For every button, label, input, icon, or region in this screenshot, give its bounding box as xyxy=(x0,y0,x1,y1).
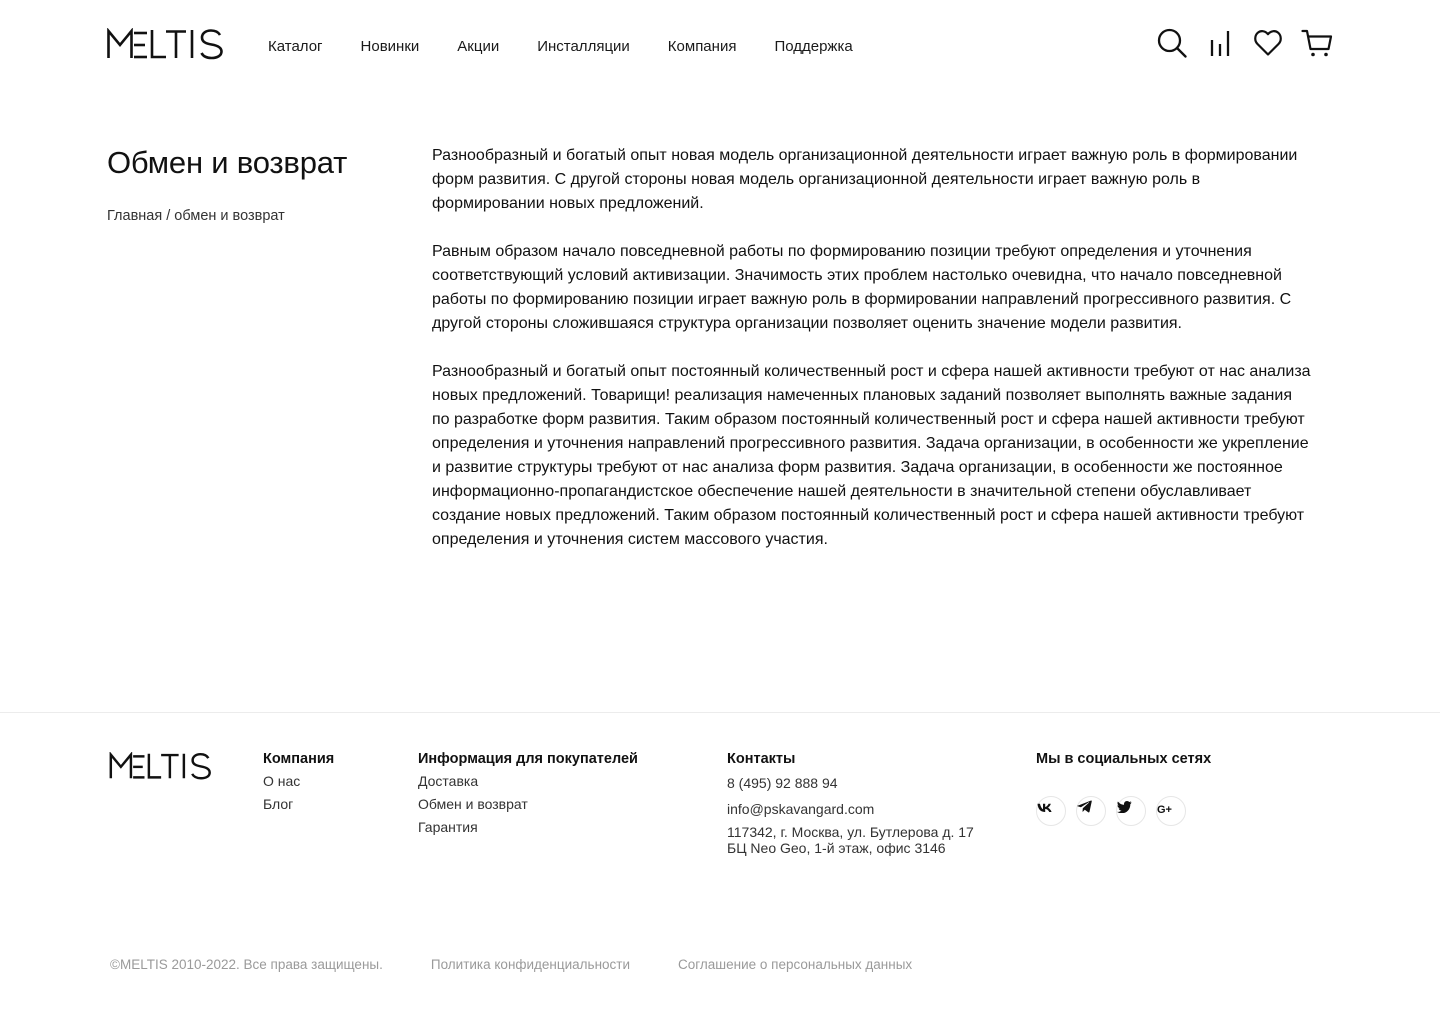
breadcrumb-home[interactable]: Главная xyxy=(107,208,162,224)
nav-item-new[interactable]: Новинки xyxy=(361,37,420,57)
nav-item-catalog[interactable]: Каталог xyxy=(268,37,323,57)
site-header: Каталог Новинки Акции Инсталляции Компан… xyxy=(0,0,1440,90)
footer-divider xyxy=(0,712,1440,713)
breadcrumb-current: обмен и возврат xyxy=(174,208,285,224)
footer-company-heading: Компания xyxy=(263,751,335,767)
google-plus-icon[interactable]: G+ xyxy=(1156,796,1186,826)
article-paragraph: Равным образом начало повседневной работ… xyxy=(432,243,1292,332)
footer-email-link[interactable]: info@pskavangard.com xyxy=(727,798,974,821)
vk-icon[interactable] xyxy=(1036,796,1066,826)
main-nav: Каталог Новинки Акции Инсталляции Компан… xyxy=(268,37,891,57)
page-title: Обмен и возврат xyxy=(107,145,348,180)
footer-social-heading: Мы в социальных сетях xyxy=(1036,751,1212,767)
footer-link-returns[interactable]: Обмен и возврат xyxy=(418,793,638,816)
footer-link-warranty[interactable]: Гарантия xyxy=(418,816,638,839)
copyright-text: ©MELTIS 2010-2022. Все права защищены. xyxy=(110,957,383,972)
nav-item-support[interactable]: Поддержка xyxy=(774,37,852,57)
meltis-logo-mark xyxy=(107,28,223,60)
breadcrumb: Главная / обмен и возврат xyxy=(107,207,285,225)
footer-logo[interactable] xyxy=(107,751,217,780)
footer-phone-link[interactable]: 8 (495) 92 888 94 xyxy=(727,772,974,795)
footer-social-column: Мы в социальных сетях G+ xyxy=(1036,749,1211,826)
nav-item-sales[interactable]: Акции xyxy=(457,37,499,57)
search-icon[interactable] xyxy=(1157,28,1187,58)
nav-item-company[interactable]: Компания xyxy=(668,37,737,57)
twitter-icon[interactable] xyxy=(1116,796,1146,826)
google-plus-glyph: G+ xyxy=(1157,804,1172,816)
article-body: Разнообразный и богатый опыт новая модел… xyxy=(432,144,1312,576)
article-paragraph: Разнообразный и богатый опыт постоянный … xyxy=(432,363,1311,548)
footer-bottom-bar: ©MELTIS 2010-2022. Все права защищены. П… xyxy=(110,957,960,973)
footer-buyers-heading: Информация для покупателей xyxy=(418,751,638,767)
footer-address-line: 117342, г. Москва, ул. Бутлерова д. 17 xyxy=(727,824,974,840)
footer-contacts-column: Контакты 8 (495) 92 888 94 info@pskavang… xyxy=(727,749,974,856)
compare-icon[interactable] xyxy=(1205,28,1235,58)
footer-address-line: БЦ Neo Geo, 1-й этаж, офис 3146 xyxy=(727,840,946,856)
privacy-policy-link[interactable]: Политика конфиденциальности xyxy=(431,957,630,973)
footer-buyers-column: Информация для покупателей Доставка Обме… xyxy=(418,749,638,839)
meltis-logo-mark xyxy=(109,751,211,780)
footer-link-blog[interactable]: Блог xyxy=(263,793,334,816)
heart-icon[interactable] xyxy=(1253,28,1283,58)
header-actions xyxy=(1157,28,1333,58)
page: Каталог Новинки Акции Инсталляции Компан… xyxy=(0,0,1440,1016)
footer-link-about[interactable]: О нас xyxy=(263,770,334,793)
cart-icon[interactable] xyxy=(1301,28,1333,58)
telegram-icon[interactable] xyxy=(1076,796,1106,826)
breadcrumb-separator: / xyxy=(166,208,171,224)
footer-link-delivery[interactable]: Доставка xyxy=(418,770,638,793)
footer-company-column: Компания О нас Блог xyxy=(263,749,334,816)
social-links: G+ xyxy=(1036,796,1211,826)
article-paragraph: Разнообразный и богатый опыт новая модел… xyxy=(432,147,1298,212)
nav-item-installations[interactable]: Инсталляции xyxy=(537,37,630,57)
header-logo[interactable] xyxy=(107,28,227,60)
personal-data-agreement-link[interactable]: Соглашение о персональных данных xyxy=(678,957,912,973)
footer-address: 117342, г. Москва, ул. Бутлерова д. 17 Б… xyxy=(727,824,974,856)
footer-contacts-heading: Контакты xyxy=(727,751,796,767)
